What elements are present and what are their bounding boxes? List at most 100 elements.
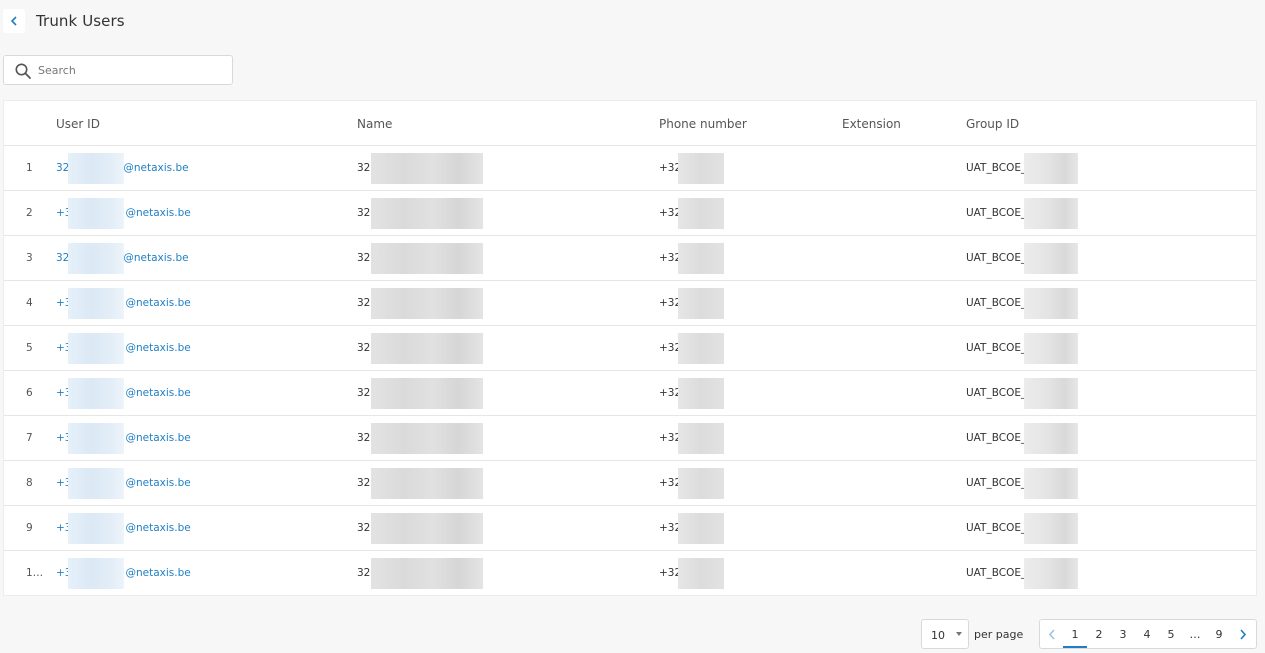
table-row[interactable]: 8 +3 @netaxis.be 32 +32 UAT_BCOE_ bbox=[4, 461, 1256, 506]
group-id-cell: UAT_BCOE_ bbox=[966, 297, 1027, 309]
page-3-button[interactable]: 3 bbox=[1111, 620, 1135, 648]
redacted-name bbox=[371, 198, 483, 229]
redacted-phone-number bbox=[678, 243, 724, 274]
chevron-left-icon bbox=[10, 16, 17, 26]
column-header-phone-number[interactable]: Phone number bbox=[659, 117, 747, 131]
page-4-button[interactable]: 4 bbox=[1135, 620, 1159, 648]
table-row[interactable]: 2 +3 @netaxis.be 32 +32 UAT_BCOE_ bbox=[4, 191, 1256, 236]
group-id-cell: UAT_BCOE_ bbox=[966, 207, 1027, 219]
name-cell: 32 bbox=[357, 297, 371, 309]
redacted-phone-number bbox=[678, 423, 724, 454]
name-cell: 32 bbox=[357, 162, 371, 174]
row-index: 7 bbox=[26, 432, 33, 444]
row-index: 1 bbox=[26, 162, 33, 174]
group-id-cell: UAT_BCOE_ bbox=[966, 432, 1027, 444]
group-id-cell: UAT_BCOE_ bbox=[966, 252, 1027, 264]
redacted-name bbox=[371, 468, 483, 499]
table-row[interactable]: 3 32 @netaxis.be 32 +32 UAT_BCOE_ bbox=[4, 236, 1256, 281]
row-index: 5 bbox=[26, 342, 33, 354]
redacted-group-id bbox=[1024, 423, 1078, 454]
per-page-select[interactable]: 10 bbox=[921, 619, 969, 649]
redacted-name bbox=[371, 558, 483, 589]
redacted-user-id bbox=[68, 288, 124, 319]
name-cell: 32 bbox=[357, 342, 371, 354]
page-2-button[interactable]: 2 bbox=[1087, 620, 1111, 648]
table-row[interactable]: 1 32 @netaxis.be 32 +32 UAT_BCOE_ bbox=[4, 146, 1256, 191]
group-id-cell: UAT_BCOE_ bbox=[966, 162, 1027, 174]
table-row[interactable]: 9 +3 @netaxis.be 32 +32 UAT_BCOE_ bbox=[4, 506, 1256, 551]
redacted-name bbox=[371, 243, 483, 274]
redacted-user-id bbox=[68, 513, 124, 544]
redacted-user-id bbox=[68, 558, 124, 589]
chevron-left-icon bbox=[1048, 628, 1056, 640]
page-title: Trunk Users bbox=[36, 12, 125, 30]
redacted-group-id bbox=[1024, 288, 1078, 319]
redacted-group-id bbox=[1024, 468, 1078, 499]
redacted-name bbox=[371, 513, 483, 544]
prev-page-button[interactable] bbox=[1040, 620, 1063, 648]
redacted-name bbox=[371, 153, 483, 184]
chevron-right-icon bbox=[1239, 628, 1247, 640]
row-index: 9 bbox=[26, 522, 33, 534]
name-cell: 32 bbox=[357, 252, 371, 264]
redacted-user-id bbox=[68, 378, 124, 409]
redacted-user-id bbox=[68, 423, 124, 454]
per-page-value: 10 bbox=[931, 629, 945, 642]
table-row[interactable]: 1… +3 @netaxis.be 32 +32 UAT_BCOE_ bbox=[4, 551, 1256, 596]
name-cell: 32 bbox=[357, 207, 371, 219]
page-9-button[interactable]: 9 bbox=[1207, 620, 1231, 648]
redacted-group-id bbox=[1024, 243, 1078, 274]
pagination-bar: 10 per page 1 2 3 4 5 … 9 bbox=[0, 618, 1265, 650]
redacted-group-id bbox=[1024, 378, 1078, 409]
name-cell: 32 bbox=[357, 387, 371, 399]
redacted-group-id bbox=[1024, 513, 1078, 544]
redacted-user-id bbox=[68, 243, 124, 274]
trunk-users-table: User ID Name Phone number Extension Grou… bbox=[3, 100, 1257, 596]
row-index: 6 bbox=[26, 387, 33, 399]
page-header: Trunk Users bbox=[0, 0, 1265, 44]
page-ellipsis: … bbox=[1189, 627, 1201, 641]
page-1-button[interactable]: 1 bbox=[1063, 620, 1087, 648]
redacted-group-id bbox=[1024, 198, 1078, 229]
table-row[interactable]: 5 +3 @netaxis.be 32 +32 UAT_BCOE_ bbox=[4, 326, 1256, 371]
row-index: 2 bbox=[26, 207, 33, 219]
redacted-user-id bbox=[68, 468, 124, 499]
column-header-extension[interactable]: Extension bbox=[842, 117, 901, 131]
redacted-group-id bbox=[1024, 333, 1078, 364]
next-page-button[interactable] bbox=[1231, 620, 1254, 648]
group-id-cell: UAT_BCOE_ bbox=[966, 342, 1027, 354]
per-page-label: per page bbox=[974, 628, 1024, 641]
row-index: 8 bbox=[26, 477, 33, 489]
name-cell: 32 bbox=[357, 567, 371, 579]
search-icon bbox=[15, 63, 31, 79]
column-header-user-id[interactable]: User ID bbox=[56, 117, 100, 131]
back-button[interactable] bbox=[3, 9, 25, 33]
table-row[interactable]: 4 +3 @netaxis.be 32 +32 UAT_BCOE_ bbox=[4, 281, 1256, 326]
search-input[interactable] bbox=[38, 56, 228, 84]
pager: 1 2 3 4 5 … 9 bbox=[1039, 619, 1257, 649]
redacted-phone-number bbox=[678, 468, 724, 499]
redacted-name bbox=[371, 378, 483, 409]
redacted-name bbox=[371, 333, 483, 364]
row-index: 3 bbox=[26, 252, 33, 264]
redacted-name bbox=[371, 288, 483, 319]
column-header-group-id[interactable]: Group ID bbox=[966, 117, 1019, 131]
redacted-phone-number bbox=[678, 333, 724, 364]
table-row[interactable]: 6 +3 @netaxis.be 32 +32 UAT_BCOE_ bbox=[4, 371, 1256, 416]
table-header: User ID Name Phone number Extension Grou… bbox=[4, 101, 1256, 146]
caret-down-icon bbox=[956, 632, 962, 636]
redacted-user-id bbox=[68, 198, 124, 229]
table-row[interactable]: 7 +3 @netaxis.be 32 +32 UAT_BCOE_ bbox=[4, 416, 1256, 461]
redacted-group-id bbox=[1024, 153, 1078, 184]
group-id-cell: UAT_BCOE_ bbox=[966, 477, 1027, 489]
redacted-phone-number bbox=[678, 198, 724, 229]
name-cell: 32 bbox=[357, 477, 371, 489]
page-5-button[interactable]: 5 bbox=[1159, 620, 1183, 648]
column-header-name[interactable]: Name bbox=[357, 117, 392, 131]
redacted-phone-number bbox=[678, 558, 724, 589]
redacted-phone-number bbox=[678, 378, 724, 409]
row-index: 1… bbox=[26, 567, 44, 579]
redacted-group-id bbox=[1024, 558, 1078, 589]
search-box[interactable] bbox=[3, 55, 233, 85]
name-cell: 32 bbox=[357, 522, 371, 534]
